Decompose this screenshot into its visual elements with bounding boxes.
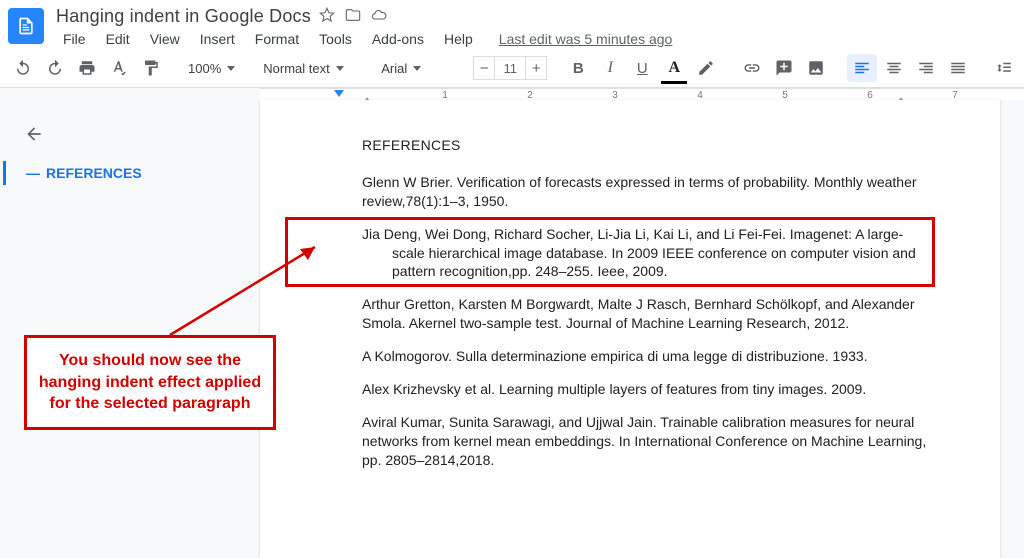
highlight-box (285, 217, 935, 287)
outline-pane: — REFERENCES (0, 120, 210, 185)
bold-button[interactable]: B (563, 54, 593, 82)
outline-item-references[interactable]: — REFERENCES (3, 161, 210, 185)
highlight-button[interactable] (691, 54, 721, 82)
main-area: — REFERENCES REFERENCES Glenn W Brier. V… (0, 100, 1024, 558)
align-center-button[interactable] (879, 54, 909, 82)
align-justify-button[interactable] (943, 54, 973, 82)
text-color-button[interactable]: A (659, 54, 689, 82)
insert-link-button[interactable] (737, 54, 767, 82)
menu-addons[interactable]: Add-ons (365, 29, 431, 49)
add-comment-button[interactable] (769, 54, 799, 82)
align-right-button[interactable] (911, 54, 941, 82)
section-heading: REFERENCES (362, 136, 930, 155)
reference-entry: Alex Krizhevsky et al. Learning multiple… (362, 380, 930, 399)
reference-entry: Glenn W Brier. Verification of forecasts… (362, 173, 930, 211)
reference-entry: Arthur Gretton, Karsten M Borgwardt, Mal… (362, 295, 930, 333)
docs-logo-icon[interactable] (8, 8, 44, 44)
spellcheck-button[interactable] (104, 54, 134, 82)
move-icon[interactable] (345, 7, 361, 26)
annotation-callout: You should now see the hanging indent ef… (24, 335, 276, 430)
document-page[interactable]: REFERENCES Glenn W Brier. Verification o… (260, 100, 1000, 558)
menu-tools[interactable]: Tools (312, 29, 359, 49)
font-size-value[interactable]: 11 (495, 56, 525, 80)
underline-button[interactable]: U (627, 54, 657, 82)
last-edit-link[interactable]: Last edit was 5 minutes ago (492, 29, 680, 49)
font-size-control: − 11 + (473, 56, 547, 80)
print-button[interactable] (72, 54, 102, 82)
menu-insert[interactable]: Insert (193, 29, 242, 49)
line-spacing-button[interactable] (989, 54, 1019, 82)
star-icon[interactable] (319, 7, 335, 26)
menu-format[interactable]: Format (248, 29, 306, 49)
outline-item-label: REFERENCES (46, 165, 142, 181)
reference-entry: A Kolmogorov. Sulla determinazione empir… (362, 347, 930, 366)
menu-file[interactable]: File (56, 29, 93, 49)
outline-bullet-icon: — (26, 165, 40, 181)
insert-image-button[interactable] (801, 54, 831, 82)
menu-help[interactable]: Help (437, 29, 480, 49)
font-size-increase-button[interactable]: + (525, 56, 547, 80)
toolbar: 100% Normal text Arial − 11 + B I U A ▾ … (0, 49, 1024, 88)
font-size-decrease-button[interactable]: − (473, 56, 495, 80)
annotation-text: You should now see the hanging indent ef… (39, 352, 261, 412)
redo-button[interactable] (40, 54, 70, 82)
menu-edit[interactable]: Edit (99, 29, 137, 49)
undo-button[interactable] (8, 54, 38, 82)
cloud-icon[interactable] (371, 7, 387, 26)
zoom-dropdown[interactable]: 100% (182, 61, 241, 76)
style-dropdown[interactable]: Normal text (257, 61, 359, 76)
font-dropdown[interactable]: Arial (375, 61, 457, 76)
italic-button[interactable]: I (595, 54, 625, 82)
reference-entry: Aviral Kumar, Sunita Sarawagi, and Ujjwa… (362, 413, 930, 470)
menu-view[interactable]: View (143, 29, 187, 49)
document-title[interactable]: Hanging indent in Google Docs (56, 6, 311, 27)
menubar: File Edit View Insert Format Tools Add-o… (56, 29, 679, 49)
titlebar: Hanging indent in Google Docs File Edit … (0, 0, 1024, 49)
paint-format-button[interactable] (136, 54, 166, 82)
outline-collapse-button[interactable] (0, 120, 210, 161)
align-left-button[interactable] (847, 54, 877, 82)
